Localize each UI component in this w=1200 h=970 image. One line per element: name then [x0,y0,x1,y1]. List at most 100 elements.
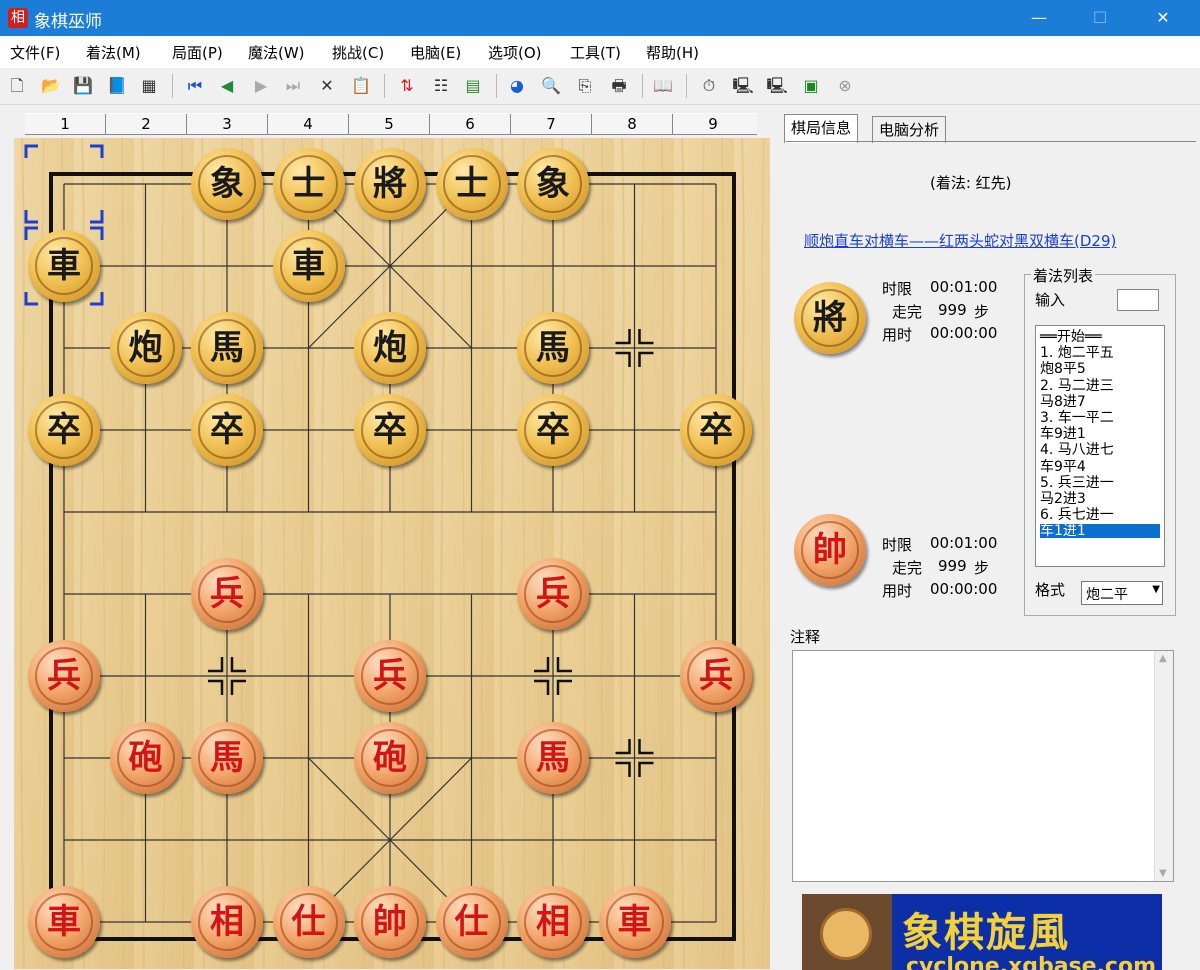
format-select[interactable]: 炮二平 ▼ [1081,581,1163,605]
red-piece[interactable]: 兵 [191,558,263,630]
move-list-item[interactable]: 马8进7 [1040,395,1086,409]
last-move-icon[interactable]: ⏭ [282,75,304,97]
move-list-item[interactable]: 车9进1 [1040,427,1086,441]
red-piece[interactable]: 兵 [517,558,589,630]
computer2-icon[interactable]: 🖳 [766,75,788,97]
menu-bar: 文件(F) 着法(M) 局面(P) 魔法(W) 挑战(C) 电脑(E) 选项(O… [0,36,1200,68]
print-icon[interactable]: 🖶 [608,75,630,97]
menu-challenge[interactable]: 挑战(C) [332,42,384,63]
menu-position[interactable]: 局面(P) [172,42,223,63]
maximize-button[interactable]: ☐ [1077,0,1123,36]
engine-color-icon[interactable]: ◕ [506,75,528,97]
move-list-item[interactable]: 5. 兵三进一 [1040,476,1114,490]
move-list-item[interactable]: 炮8平5 [1040,362,1086,376]
tab-engine-analysis[interactable]: 电脑分析 [872,116,947,143]
next-move-icon[interactable]: ▶ [250,75,272,97]
red-piece[interactable]: 兵 [680,640,752,712]
black-piece[interactable]: 卒 [28,394,100,466]
black-piece[interactable]: 炮 [109,312,182,384]
analyze-icon[interactable]: 🔍 [540,75,562,97]
move-list-item[interactable]: 车1进1 [1040,524,1160,539]
black-piece[interactable]: 卒 [191,394,263,466]
menu-file[interactable]: 文件(F) [10,42,60,63]
menu-computer[interactable]: 电脑(E) [410,42,461,63]
move-input[interactable] [1117,289,1159,311]
book-icon[interactable]: 📘 [106,75,128,97]
piece-glyph: 兵 [536,574,570,614]
red-piece[interactable]: 兵 [354,640,426,712]
black-piece[interactable]: 卒 [680,394,752,466]
menu-options[interactable]: 选项(O) [488,42,542,63]
flip-board-icon[interactable]: ⇅ [396,75,418,97]
scroll-down-icon[interactable]: ▼ [1159,868,1167,879]
red-piece[interactable]: 相 [191,886,263,958]
first-move-icon[interactable]: ⏮ [184,75,206,97]
red-piece[interactable]: 砲 [109,722,182,794]
red-piece[interactable]: 仕 [435,886,508,958]
menu-moves[interactable]: 着法(M) [86,42,141,63]
move-list-item[interactable]: 6. 兵七进一 [1040,508,1114,522]
opening-book-icon[interactable]: 📖 [652,75,674,97]
menu-magic[interactable]: 魔法(W) [248,42,305,63]
move-list-item[interactable]: 1. 炮二平五 [1040,346,1114,360]
minimize-button[interactable]: — [1016,0,1062,36]
delete-icon[interactable]: ✕ [316,75,338,97]
red-piece[interactable]: 兵 [28,640,100,712]
file-label: 9 [708,115,718,133]
opening-link[interactable]: 顺炮直车对横车——红两头蛇对黑双横车(D29) [804,230,1116,251]
paste-icon[interactable]: 📋 [350,75,372,97]
move-list-item[interactable]: 3. 车一平二 [1040,411,1114,425]
black-piece[interactable]: 象 [517,148,589,220]
stop-icon[interactable]: ⊗ [834,75,856,97]
piece-glyph: 兵 [373,656,407,696]
piece-glyph: 車 [617,902,652,942]
clock-icon[interactable]: ⏱ [698,75,720,97]
menu-tools[interactable]: 工具(T) [570,42,621,63]
red-piece[interactable]: 仕 [272,886,345,958]
move-tree-icon[interactable]: ☷ [430,75,452,97]
cyclone-banner[interactable]: 象棋旋風 cyclone.xqbase.com [802,894,1162,970]
move-list-item[interactable]: 马2进3 [1040,492,1086,506]
red-piece[interactable]: 馬 [191,722,263,794]
chess-board[interactable] [14,138,770,969]
black-piece[interactable]: 車 [28,230,100,302]
menu-help[interactable]: 帮助(H) [646,42,699,63]
move-list[interactable]: ══开始══ 1. 炮二平五 炮8平5 2. 马二进三 马8进7 3. 车一平二 车9… [1035,325,1165,567]
eval-grid-icon[interactable]: ▤ [462,75,484,97]
black-piece[interactable]: 士 [435,148,508,220]
black-piece[interactable]: 士 [272,148,345,220]
chevron-down-icon[interactable]: ▼ [1152,584,1160,595]
properties-icon[interactable]: ▦ [138,75,160,97]
monitor-icon[interactable]: ▣ [800,75,822,97]
open-folder-icon[interactable]: 📂 [40,75,62,97]
black-piece[interactable]: 炮 [354,312,426,384]
notes-scrollbar[interactable]: ▲ ▼ [1154,651,1173,881]
notes-textarea[interactable]: ▲ ▼ [792,650,1174,882]
move-list-item[interactable]: 车9平4 [1040,460,1086,474]
move-list-item[interactable]: 2. 马二进三 [1040,379,1114,393]
black-piece[interactable]: 卒 [354,394,426,466]
red-piece[interactable]: 車 [28,886,100,958]
black-piece[interactable]: 馬 [517,312,589,384]
black-piece[interactable]: 馬 [191,312,263,384]
black-piece[interactable]: 象 [191,148,263,220]
export-icon[interactable]: ⎘ [574,75,596,97]
red-piece[interactable]: 馬 [517,722,589,794]
black-piece[interactable]: 將 [354,148,426,220]
red-piece[interactable]: 相 [517,886,589,958]
red-piece[interactable]: 砲 [354,722,426,794]
save-icon[interactable]: 💾 [72,75,94,97]
close-button[interactable]: ✕ [1140,0,1186,36]
move-list-item[interactable]: ══开始══ [1040,330,1102,344]
black-piece[interactable]: 車 [272,230,345,302]
scroll-up-icon[interactable]: ▲ [1159,653,1167,664]
computer-icon[interactable]: 🖳 [732,75,754,97]
red-piece[interactable]: 帥 [354,886,426,958]
chess-board-area[interactable]: 象士將士象車車炮馬炮馬卒卒卒卒卒兵兵兵兵兵砲馬砲馬車相仕帥仕相車 [14,138,770,969]
black-piece[interactable]: 卒 [517,394,589,466]
tab-game-info[interactable]: 棋局信息 [784,114,859,143]
red-piece[interactable]: 車 [598,886,671,958]
new-file-icon[interactable]: 🗋 [6,75,28,97]
move-list-item[interactable]: 4. 马八进七 [1040,443,1114,457]
prev-move-icon[interactable]: ◀ [216,75,238,97]
